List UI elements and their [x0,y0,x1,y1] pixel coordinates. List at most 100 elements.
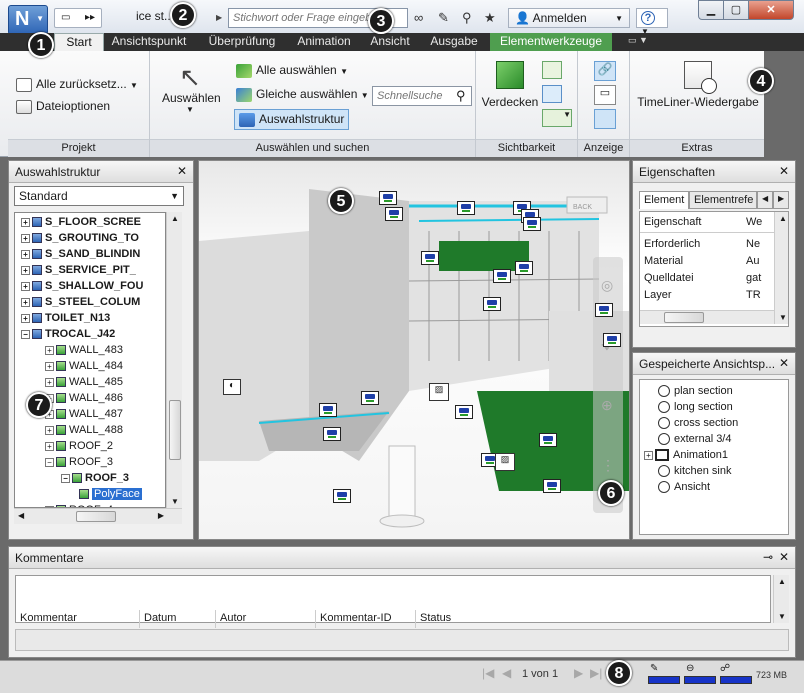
hide-unselected-icon[interactable] [542,85,562,103]
tree-item[interactable]: + WALL_485 [45,375,123,391]
selection-tree-button[interactable]: Auswahlstruktur [234,109,350,130]
clash-marker-icon[interactable] [385,207,403,221]
timeliner-playback-button[interactable]: TimeLiner-Wiedergabe [636,61,760,125]
column-header-comment[interactable]: Kommentar [16,610,140,628]
tree-mode-select[interactable]: Standard ▼ [14,186,184,206]
tab-element[interactable]: Element [639,191,689,209]
properties-icon[interactable] [594,109,616,129]
select-same-button[interactable]: Gleiche auswählen ▼ [236,87,369,102]
image-marker-icon[interactable]: ▨ [429,383,449,401]
tree-vertical-scrollbar[interactable]: ▲ ▼ [166,212,182,508]
expand-icon[interactable]: + [45,361,54,371]
column-header-author[interactable]: Autor [216,610,316,628]
require-icon[interactable] [542,61,562,79]
tab-start[interactable]: Start [54,33,104,51]
expand-icon[interactable]: + [21,281,30,291]
scroll-down-icon[interactable]: ▼ [779,313,787,322]
application-menu-button[interactable]: N ▼ [8,5,48,35]
scroll-down-icon[interactable]: ▼ [171,497,179,506]
close-icon[interactable]: ✕ [779,164,789,178]
star-icon[interactable]: ★ [484,10,496,26]
saved-viewpoint-item[interactable]: cross section [658,416,738,432]
collapse-icon[interactable]: − [21,329,30,339]
saved-viewpoint-item[interactable]: external 3/4 [658,432,731,448]
pin-icon[interactable]: ⊸ [763,550,773,564]
saved-viewpoint-item[interactable]: Ansicht [658,480,710,496]
properties-horizontal-scrollbar[interactable] [640,310,774,324]
scroll-down-icon[interactable]: ▼ [778,612,786,621]
scroll-left-icon[interactable]: ◀ [18,511,24,520]
saved-viewpoint-item[interactable]: + Animation1 [644,448,728,464]
expand-icon[interactable]: + [644,450,653,460]
expand-icon[interactable]: + [45,345,54,355]
tree-item[interactable]: − TROCAL_J42 [21,327,115,343]
comment-entry-area[interactable] [15,629,789,651]
expand-icon[interactable]: + [21,217,30,227]
properties-vertical-scrollbar[interactable]: ▲ ▼ [774,212,788,324]
orbit-icon[interactable]: ◎ [601,277,613,294]
tree-item[interactable]: − ROOF_3 [61,471,129,487]
tree-item[interactable]: + S_SAND_BLINDIN [21,247,140,263]
expand-icon[interactable]: + [45,377,54,387]
unhide-all-icon[interactable]: ▼ [542,109,572,127]
close-icon[interactable]: ✕ [779,356,789,370]
tree-item[interactable]: + ROOF_2 [45,439,113,455]
quick-find-lens-icon[interactable]: ⚲ [456,88,466,104]
quick-access-toolbar[interactable]: ▭ ▸▸ [54,8,102,28]
hide-button[interactable]: Verdecken [480,61,540,125]
search-expand-arrow-icon[interactable]: ▶ [216,9,226,27]
clash-marker-icon[interactable] [323,427,341,441]
column-header-status[interactable]: Status [416,610,496,628]
expand-icon[interactable]: + [21,233,30,243]
satellite-icon[interactable]: ⚲ [462,10,472,26]
expand-icon[interactable]: + [21,265,30,275]
maximize-button[interactable]: ▢ [723,0,749,20]
close-button[interactable]: ✕ [748,0,794,20]
clash-marker-icon[interactable] [493,269,511,283]
clash-marker-icon[interactable] [333,489,351,503]
comments-table[interactable]: Kommentar Datum Autor Kommentar-ID Statu… [15,575,771,628]
toolbar-expand-icon[interactable]: ▸▸ [85,12,95,23]
scroll-up-icon[interactable]: ▲ [779,214,787,223]
tree-item[interactable]: PolyFace [79,487,142,503]
expand-icon[interactable]: + [45,425,54,435]
collapse-icon[interactable]: − [45,457,54,467]
login-button[interactable]: 👤 Anmelden ▼ [508,8,630,28]
tree-item[interactable]: + WALL_483 [45,343,123,359]
clash-marker-icon[interactable] [455,405,473,419]
collapse-icon[interactable]: − [61,473,70,483]
scroll-up-icon[interactable]: ▲ [171,214,179,223]
saved-viewpoint-item[interactable]: kitchen sink [658,464,731,480]
tree-horizontal-scrollbar[interactable]: ◀ ▶ [14,508,182,524]
clash-marker-icon[interactable] [421,251,439,265]
previous-page-icon[interactable]: ◀ [502,666,511,680]
saved-viewpoint-item[interactable]: long section [658,400,733,416]
tree-item[interactable]: + S_FLOOR_SCREE [21,215,141,231]
new-file-icon[interactable]: ▭ [61,12,70,23]
close-icon[interactable]: ✕ [779,550,789,564]
quick-properties-icon[interactable]: ▭ [594,85,616,105]
tab-item-tools[interactable]: Elementwerkzeuge [490,33,612,51]
scroll-right-icon[interactable]: ▶ [158,511,164,520]
select-all-button[interactable]: Alle auswählen ▼ [236,63,348,78]
tree-item[interactable]: + S_SHALLOW_FOU [21,279,143,295]
file-options-button[interactable]: Dateioptionen [16,99,110,114]
saved-viewpoint-item[interactable]: plan section [658,384,733,400]
walk-icon[interactable]: ⋮ [601,457,615,474]
3d-viewport[interactable]: BACK ◎ ✥ ⊕ ⋮ ◐ ▨ ▨ [198,160,630,540]
scroll-thumb[interactable] [169,400,181,460]
properties-grid[interactable]: Eigenschaft We Erforderlich Ne Material Au Q… [639,211,789,327]
image-marker-icon[interactable]: ▨ [495,453,515,471]
clash-marker-icon[interactable] [539,433,557,447]
close-icon[interactable]: ✕ [177,164,187,178]
clash-marker-icon[interactable] [483,297,501,311]
tab-animation[interactable]: Animation [290,33,358,51]
tab-element-reference[interactable]: Elementrefe [689,191,757,209]
scroll-thumb[interactable] [664,312,704,323]
scroll-up-icon[interactable]: ▲ [778,577,786,586]
clash-marker-icon[interactable] [523,217,541,231]
selection-tree-list[interactable]: + S_FLOOR_SCREE + S_GROUTING_TO + S_SAND_BLIN… [14,212,166,508]
help-button[interactable]: ? ▼ [636,8,668,36]
links-icon[interactable]: 🔗 [594,61,616,81]
tree-item[interactable]: + S_STEEL_COLUM [21,295,140,311]
